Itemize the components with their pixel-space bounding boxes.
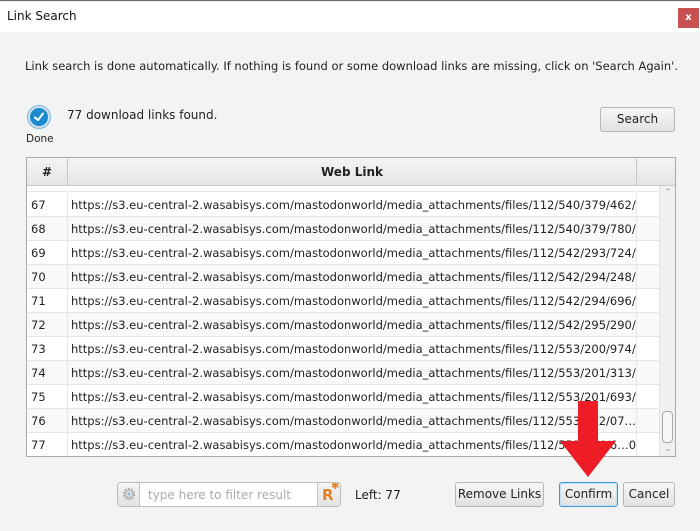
table-row[interactable]: 72 https://s3.eu-central-2.wasabisys.com/… (27, 313, 659, 337)
column-header-extra[interactable] (637, 158, 675, 186)
row-extra-cell (637, 217, 659, 241)
row-web-link: https://s3.eu-central-2.wasabisys.com/ma… (68, 385, 637, 409)
scroll-down-icon[interactable]: ⌄ (663, 444, 673, 454)
filter-input[interactable] (141, 483, 317, 506)
row-web-link: https://s3.eu-central-2.wasabisys.com/ma… (68, 337, 637, 361)
row-web-link: https://s3.eu-central-2.wasabisys.com/ma… (68, 361, 637, 385)
regex-icon[interactable]: R ✱ (317, 483, 340, 506)
column-header-web-link[interactable]: Web Link (68, 158, 637, 186)
row-extra-cell (637, 241, 659, 265)
column-header-number[interactable]: # (27, 158, 68, 186)
row-extra-cell (637, 361, 659, 385)
row-number: 74 (27, 361, 68, 385)
row-number: 69 (27, 241, 68, 265)
row-web-link: https://s3.eu-central-2.wasabisys.com/ma… (68, 217, 637, 241)
table-row[interactable]: 68 https://s3.eu-central-2.wasabisys.com/… (27, 217, 659, 241)
table-row-partial[interactable] (27, 186, 659, 192)
info-text: Link search is done automatically. If no… (25, 59, 678, 73)
row-number: 72 (27, 313, 68, 337)
scroll-up-icon[interactable]: ⌃ (663, 188, 673, 198)
vertical-scrollbar[interactable]: ⌃ ⌄ (659, 186, 675, 456)
table-row[interactable]: 69 https://s3.eu-central-2.wasabisys.com/… (27, 241, 659, 265)
cancel-button[interactable]: Cancel (623, 482, 675, 507)
status-label: Done (26, 133, 54, 145)
row-number: 68 (27, 217, 68, 241)
arrow-down-icon (560, 401, 616, 477)
row-number: 76 (27, 409, 68, 433)
table-row[interactable]: 67 https://s3.eu-central-2.wasabisys.com/… (27, 193, 659, 217)
row-number: 70 (27, 265, 68, 289)
regex-star-icon: ✱ (331, 482, 340, 492)
search-button[interactable]: Search (600, 107, 675, 132)
row-extra-cell (637, 433, 659, 456)
link-search-dialog: Link Search x Link search is done automa… (0, 0, 700, 531)
table-header: # Web Link (27, 158, 675, 186)
table-row[interactable]: 74 https://s3.eu-central-2.wasabisys.com/… (27, 361, 659, 385)
row-web-link: https://s3.eu-central-2.wasabisys.com/ma… (68, 433, 637, 456)
row-web-link: https://s3.eu-central-2.wasabisys.com/ma… (68, 289, 637, 313)
row-extra-cell (637, 385, 659, 409)
row-web-link: https://s3.eu-central-2.wasabisys.com/ma… (68, 265, 637, 289)
check-circle-icon (28, 106, 50, 128)
row-extra-cell (637, 265, 659, 289)
row-extra-cell (637, 313, 659, 337)
row-extra-cell (637, 289, 659, 313)
window-title: Link Search (7, 9, 77, 23)
row-number: 71 (27, 289, 68, 313)
close-button[interactable]: x (678, 8, 699, 28)
row-extra-cell (637, 193, 659, 217)
filter-box: R ✱ (117, 482, 341, 507)
confirm-button[interactable]: Confirm (559, 482, 618, 507)
table-row[interactable]: 70 https://s3.eu-central-2.wasabisys.com/… (27, 265, 659, 289)
left-count: Left: 77 (355, 488, 401, 502)
gear-icon[interactable] (118, 483, 140, 506)
row-web-link: https://s3.eu-central-2.wasabisys.com/ma… (68, 193, 637, 217)
remove-links-button[interactable]: Remove Links (455, 482, 544, 507)
row-extra-cell (637, 337, 659, 361)
scrollbar-thumb[interactable] (662, 411, 673, 443)
row-number: 67 (27, 193, 68, 217)
row-web-link: https://s3.eu-central-2.wasabisys.com/ma… (68, 241, 637, 265)
found-count-text: 77 download links found. (67, 108, 218, 122)
row-number: 75 (27, 385, 68, 409)
row-number: 73 (27, 337, 68, 361)
table-row[interactable]: 73 https://s3.eu-central-2.wasabisys.com/… (27, 337, 659, 361)
row-web-link: https://s3.eu-central-2.wasabisys.com/ma… (68, 313, 637, 337)
row-number: 77 (27, 433, 68, 456)
table-row[interactable]: 71 https://s3.eu-central-2.wasabisys.com/… (27, 289, 659, 313)
row-web-link: https://s3.eu-central-2.wasabisys.com/ma… (68, 409, 637, 433)
row-extra-cell (637, 409, 659, 433)
title-bar: Link Search x (0, 2, 700, 32)
